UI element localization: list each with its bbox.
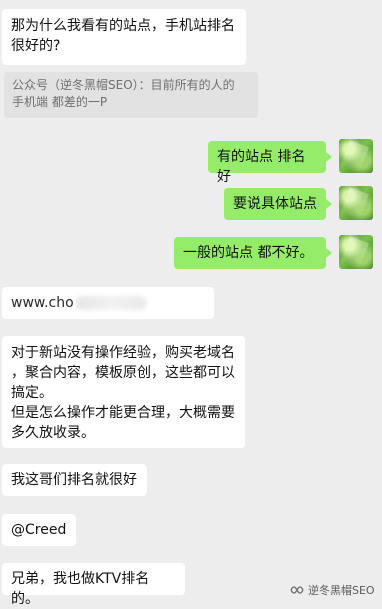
message-bubble[interactable]: 兄弟，我也做KTV排名的。 [2,563,185,607]
message-text-line: 多久放收录。 [11,425,95,441]
quote-text-line: 手机端 都差的一P [12,95,108,109]
message-text-line: ，聚合内容，模板原创，这些都可以 [11,365,235,381]
avatar[interactable] [339,186,373,220]
bubble-tail [326,152,332,162]
message-text-line: 对于新站没有操作经验，购买老域名 [11,345,235,361]
message-bubble-outgoing[interactable]: 一般的站点 都不好。 [174,237,326,269]
message-text: 有的站点 排名好 [217,149,306,185]
message-text: @Creed [11,522,67,538]
link-text[interactable]: www.cho [11,295,74,311]
message-text: 要说具体站点 [233,196,317,212]
message-bubble-paragraph[interactable]: 对于新站没有操作经验，购买老域名 ，聚合内容，模板原创，这些都可以 搞定。 但是… [2,336,245,448]
watermark: 逆冬黑帽SEO [290,582,375,598]
quoted-message[interactable]: 公众号（逆冬黑帽SEO）：目前所有的人的 手机端 都差的一P [4,72,258,118]
message-text-line: 很好的? [11,38,61,54]
wechat-channel-icon [290,585,304,595]
watermark-text: 逆冬黑帽SEO [308,584,375,597]
message-text: 一般的站点 都不好。 [183,245,314,261]
message-bubble[interactable]: 我这哥们排名就很好 [2,464,147,496]
message-bubble-mention[interactable]: @Creed [2,514,76,546]
message-text: 我这哥们排名就很好 [11,472,137,488]
message-text-line: 那为什么我看有的站点，手机站排名 [11,18,235,34]
message-text: 兄弟，我也做KTV排名的。 [11,571,150,607]
avatar[interactable] [339,139,373,173]
message-bubble-outgoing[interactable]: 要说具体站点 [224,188,326,220]
message-text-line: 但是怎么操作才能更合理，大概需要 [11,405,235,421]
bubble-tail [326,248,332,258]
message-bubble-outgoing[interactable]: 有的站点 排名好 [208,141,326,185]
quote-text-line: 公众号（逆冬黑帽SEO）：目前所有的人的 [12,78,235,92]
avatar[interactable] [339,235,373,269]
message-bubble-question[interactable]: 那为什么我看有的站点，手机站排名 很好的? [2,9,246,65]
bubble-tail [326,199,332,209]
redacted-blur [76,296,146,310]
message-text-line: 搞定。 [11,385,53,401]
